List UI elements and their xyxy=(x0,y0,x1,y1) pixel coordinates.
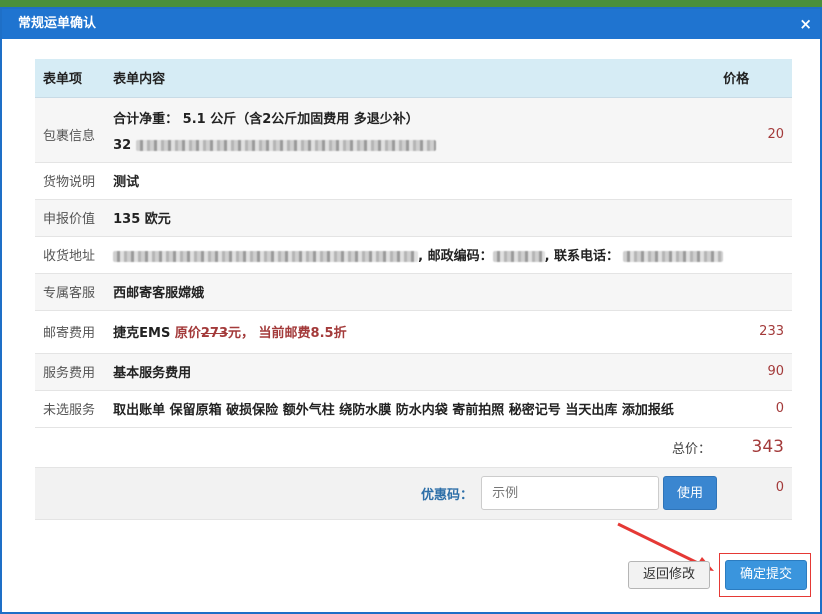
coupon-input[interactable] xyxy=(481,476,660,510)
redacted-phone xyxy=(623,251,724,262)
row-coupon: 优惠码： 使用 0 xyxy=(35,467,792,520)
row-content: 西邮寄客服嫦娥 xyxy=(105,273,724,311)
row-unselected-services: 未选服务 取出账单 保留原箱 破损保险 额外气柱 绕防水膜 防水内袋 寄前拍照 … xyxy=(35,390,792,428)
row-package: 包裹信息 合计净重： 5.1 公斤（含2公斤加固费用 多退少补） 32 20 xyxy=(35,97,792,163)
postage-carrier: 捷克EMS xyxy=(113,326,171,341)
waybill-table: 表单项 表单内容 价格 包裹信息 合计净重： 5.1 公斤（含2公斤加固费用 多… xyxy=(35,59,792,520)
row-price: 0 xyxy=(723,390,792,428)
postage-discount: 当前邮费8.5折 xyxy=(258,326,347,341)
row-label: 收货地址 xyxy=(35,236,106,274)
package-weight: 合计净重： 5.1 公斤（含2公斤加固费用 多退少补） xyxy=(113,111,419,127)
redacted-address xyxy=(113,251,419,262)
row-declared: 申报价值 135 欧元 xyxy=(35,199,792,237)
coupon-value: 0 xyxy=(723,467,792,520)
row-content: 取出账单 保留原箱 破损保险 额外气柱 绕防水膜 防水内袋 寄前拍照 秘密记号 … xyxy=(105,390,724,428)
row-label: 未选服务 xyxy=(35,390,106,428)
postage-orig-price: 273 xyxy=(200,326,228,341)
postage-orig-suffix: 元， xyxy=(228,326,255,341)
row-label: 邮寄费用 xyxy=(35,310,106,354)
confirm-submit-button[interactable]: 确定提交 xyxy=(725,560,807,590)
row-postage: 邮寄费用 捷克EMS 原价273元， 当前邮费8.5折 233 xyxy=(35,310,792,354)
row-label: 专属客服 xyxy=(35,273,106,311)
redacted-tracking xyxy=(135,139,436,151)
total-value: 343 xyxy=(723,427,792,468)
phone-label: , 联系电话： xyxy=(544,249,620,264)
row-service-fee: 服务费用 基本服务费用 90 xyxy=(35,353,792,391)
row-content: 135 欧元 xyxy=(105,199,724,237)
row-goods: 货物说明 测试 xyxy=(35,162,792,200)
row-content: 基本服务费用 xyxy=(105,353,724,391)
row-price xyxy=(723,199,792,237)
row-label: 申报价值 xyxy=(35,199,106,237)
row-price xyxy=(723,162,792,200)
dialog-title: 常规运单确认 xyxy=(18,16,97,31)
row-content: 测试 xyxy=(105,162,724,200)
package-tracking-prefix: 32 xyxy=(113,137,132,153)
postage-orig-prefix: 原价 xyxy=(174,326,201,341)
row-label: 货物说明 xyxy=(35,162,106,200)
waybill-confirm-dialog: 常规运单确认 × 表单项 表单内容 价格 包裹信息 合计净重： 5.1 公斤（含… xyxy=(0,7,822,614)
row-label: 包裹信息 xyxy=(35,97,106,163)
table-header-row: 表单项 表单内容 价格 xyxy=(35,59,792,98)
row-price: 90 xyxy=(723,353,792,391)
row-service-rep: 专属客服 西邮寄客服嫦娥 xyxy=(35,273,792,311)
header-content: 表单内容 xyxy=(105,59,724,98)
row-label: 服务费用 xyxy=(35,353,106,391)
total-label: 总价： xyxy=(35,427,724,468)
header-price: 价格 xyxy=(723,59,792,98)
row-total: 总价： 343 xyxy=(35,427,792,468)
zip-label: , 邮政编码： xyxy=(418,249,493,264)
coupon-label: 优惠码： xyxy=(421,487,474,503)
row-price: 20 xyxy=(723,97,792,163)
close-icon[interactable]: × xyxy=(799,9,812,39)
header-item: 表单项 xyxy=(35,59,106,98)
back-edit-button[interactable]: 返回修改 xyxy=(628,561,710,589)
row-price: 233 xyxy=(723,310,792,354)
use-coupon-button[interactable]: 使用 xyxy=(663,476,718,510)
redacted-zip xyxy=(492,251,545,262)
row-address: 收货地址 , 邮政编码： , 联系电话： xyxy=(35,236,792,274)
dialog-titlebar: 常规运单确认 × xyxy=(2,9,820,39)
